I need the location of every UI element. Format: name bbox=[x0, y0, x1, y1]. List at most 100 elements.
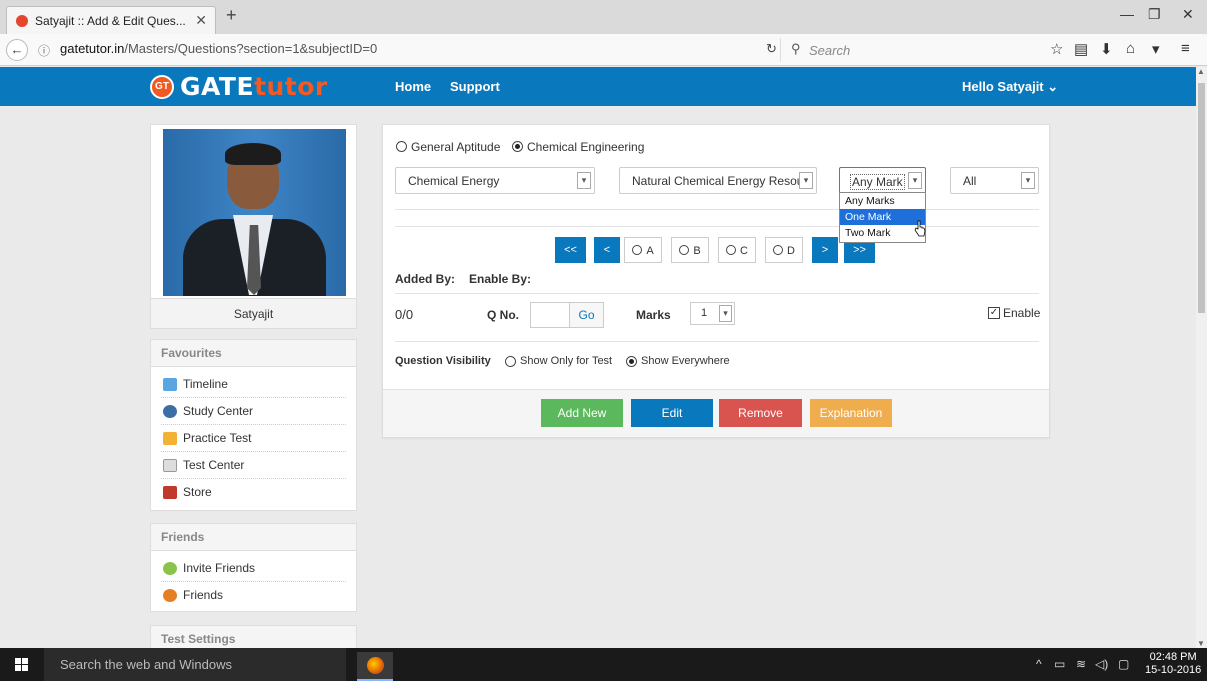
clock-date: 15-10-2016 bbox=[1145, 664, 1202, 676]
win-logo-piece bbox=[22, 665, 28, 671]
site-header: GT GATEtutor Home Support Hello Satyajit… bbox=[0, 67, 1196, 106]
maximize-icon[interactable]: ❐ bbox=[1148, 6, 1161, 23]
logo-badge[interactable]: GT bbox=[150, 75, 174, 99]
radio-circle bbox=[679, 245, 690, 255]
chemical-engineering-label[interactable]: Chemical Engineering bbox=[527, 140, 644, 154]
marks-select[interactable]: 1 ▾ bbox=[690, 302, 735, 325]
battery-icon[interactable]: ▭ bbox=[1054, 657, 1065, 671]
option-c[interactable]: C bbox=[718, 237, 756, 263]
topic-select-value: Natural Chemical Energy Resou bbox=[632, 174, 804, 188]
show-only-for-test-radio[interactable] bbox=[505, 356, 516, 367]
option-a[interactable]: A bbox=[624, 237, 662, 263]
minimize-icon[interactable]: — bbox=[1120, 6, 1134, 22]
notifications-icon[interactable]: ▢ bbox=[1118, 657, 1129, 671]
volume-icon[interactable]: ◁) bbox=[1095, 657, 1108, 671]
first-page-button[interactable]: << bbox=[555, 237, 586, 263]
url-bar[interactable]: gatetutor.in/Masters/Questions?section=1… bbox=[60, 41, 760, 56]
favourites-panel: Favourites Timeline Study Center Practic… bbox=[150, 339, 357, 511]
general-aptitude-radio[interactable] bbox=[396, 141, 407, 152]
favourites-title: Favourites bbox=[151, 340, 356, 367]
profile-photo[interactable] bbox=[163, 129, 346, 296]
firefox-taskbar-icon[interactable] bbox=[357, 652, 393, 681]
sidebar-item-label: Friends bbox=[183, 588, 224, 602]
tab-title: Satyajit :: Add & Edit Ques... bbox=[35, 14, 186, 28]
dropdown-option-any-marks[interactable]: Any Marks bbox=[840, 193, 925, 209]
back-arrow-icon[interactable]: ← bbox=[6, 39, 28, 61]
general-aptitude-label[interactable]: General Aptitude bbox=[411, 140, 500, 154]
close-window-icon[interactable]: ✕ bbox=[1182, 6, 1194, 23]
chevron-down-icon: ▾ bbox=[719, 305, 732, 322]
enable-label[interactable]: Enable bbox=[1003, 306, 1040, 320]
sidebar-item-test-center[interactable]: Test Center bbox=[161, 452, 346, 479]
win-logo-piece bbox=[22, 658, 28, 664]
sidebar-item-store[interactable]: Store bbox=[161, 479, 346, 506]
dropdown-option-one-mark[interactable]: One Mark bbox=[840, 209, 925, 225]
site-logo[interactable]: GATEtutor bbox=[180, 72, 328, 101]
page-scrollbar[interactable]: ▲ ▼ bbox=[1196, 67, 1207, 648]
all-select-value: All bbox=[963, 174, 977, 188]
sidebar-item-timeline[interactable]: Timeline bbox=[161, 371, 346, 398]
download-icon[interactable]: ⬇ bbox=[1100, 40, 1113, 58]
invite-friends-icon bbox=[163, 562, 177, 575]
dropdown-option-two-mark[interactable]: Two Mark bbox=[840, 225, 925, 241]
new-tab-icon[interactable]: + bbox=[226, 5, 237, 26]
topic-select[interactable]: Natural Chemical Energy Resou ▾ bbox=[619, 167, 817, 194]
bookmark-star-icon[interactable]: ☆ bbox=[1050, 40, 1063, 58]
close-tab-icon[interactable]: ✕ bbox=[195, 12, 207, 29]
option-d[interactable]: D bbox=[765, 237, 803, 263]
remove-button[interactable]: Remove bbox=[719, 399, 802, 427]
question-count: 0/0 bbox=[395, 307, 414, 322]
profile-name[interactable]: Satyajit bbox=[151, 298, 356, 328]
enable-by-label: Enable By: bbox=[469, 272, 532, 286]
sidebar-item-label: Practice Test bbox=[183, 431, 252, 445]
browser-search-input[interactable]: ⚲ Search bbox=[780, 38, 976, 62]
menu-icon[interactable]: ≡ bbox=[1181, 40, 1190, 57]
option-b[interactable]: B bbox=[671, 237, 709, 263]
sidebar-item-invite-friends[interactable]: Invite Friends bbox=[161, 555, 346, 582]
reload-icon[interactable]: ↻ bbox=[766, 41, 777, 57]
add-new-button[interactable]: Add New bbox=[541, 399, 623, 427]
next-page-button[interactable]: > bbox=[812, 237, 838, 263]
profile-card: Satyajit bbox=[150, 124, 357, 329]
chemical-engineering-radio[interactable] bbox=[512, 141, 523, 152]
sidebar-item-label: Study Center bbox=[183, 404, 254, 418]
edit-button[interactable]: Edit bbox=[631, 399, 713, 427]
show-everywhere-radio[interactable] bbox=[626, 356, 637, 367]
go-button[interactable]: Go bbox=[569, 302, 604, 328]
scroll-down-icon[interactable]: ▼ bbox=[1197, 639, 1205, 648]
qno-input[interactable] bbox=[530, 302, 570, 328]
show-everywhere-label[interactable]: Show Everywhere bbox=[641, 355, 730, 367]
user-menu[interactable]: Hello Satyajit ⌄ bbox=[962, 79, 1058, 95]
nav-support-link[interactable]: Support bbox=[450, 79, 500, 94]
scrollbar-thumb[interactable] bbox=[1198, 83, 1205, 313]
taskbar-search-input[interactable]: Search the web and Windows bbox=[44, 648, 346, 681]
subject-select[interactable]: Chemical Energy ▾ bbox=[395, 167, 595, 194]
home-icon[interactable]: ⌂ bbox=[1126, 40, 1135, 57]
logo-tutor-text: tutor bbox=[254, 72, 328, 101]
friends-icon bbox=[163, 589, 177, 602]
hand-cursor-icon bbox=[914, 220, 926, 237]
sidebar-item-practice-test[interactable]: Practice Test bbox=[161, 425, 346, 452]
sidebar-item-friends[interactable]: Friends bbox=[161, 582, 346, 609]
prev-page-button[interactable]: < bbox=[594, 237, 620, 263]
scroll-up-icon[interactable]: ▲ bbox=[1197, 67, 1205, 76]
show-only-for-test-label[interactable]: Show Only for Test bbox=[520, 355, 612, 367]
nav-home-link[interactable]: Home bbox=[395, 79, 431, 94]
windows-start-icon[interactable] bbox=[15, 658, 29, 672]
reading-list-icon[interactable]: ▤ bbox=[1074, 40, 1088, 58]
qno-label: Q No. bbox=[487, 308, 519, 322]
browser-tab[interactable]: Satyajit :: Add & Edit Ques... ✕ bbox=[6, 6, 216, 34]
tray-chevron-icon[interactable]: ^ bbox=[1036, 657, 1042, 671]
all-select[interactable]: All ▾ bbox=[950, 167, 1039, 194]
sidebar-item-study-center[interactable]: Study Center bbox=[161, 398, 346, 425]
enable-checkbox[interactable]: ✓ bbox=[988, 307, 1000, 319]
info-icon[interactable]: ⓘ bbox=[38, 42, 50, 59]
practice-test-icon bbox=[163, 432, 177, 445]
wifi-icon[interactable]: ≋ bbox=[1076, 657, 1086, 671]
pocket-icon[interactable]: ▾ bbox=[1152, 40, 1160, 58]
marks-filter-select[interactable]: Any Mark ▾ bbox=[839, 167, 926, 194]
explanation-button[interactable]: Explanation bbox=[810, 399, 892, 427]
taskbar-clock[interactable]: 02:48 PM 15-10-2016 bbox=[1145, 651, 1201, 677]
clock-time: 02:48 PM bbox=[1149, 651, 1197, 663]
chevron-down-icon: ▾ bbox=[1021, 172, 1035, 189]
